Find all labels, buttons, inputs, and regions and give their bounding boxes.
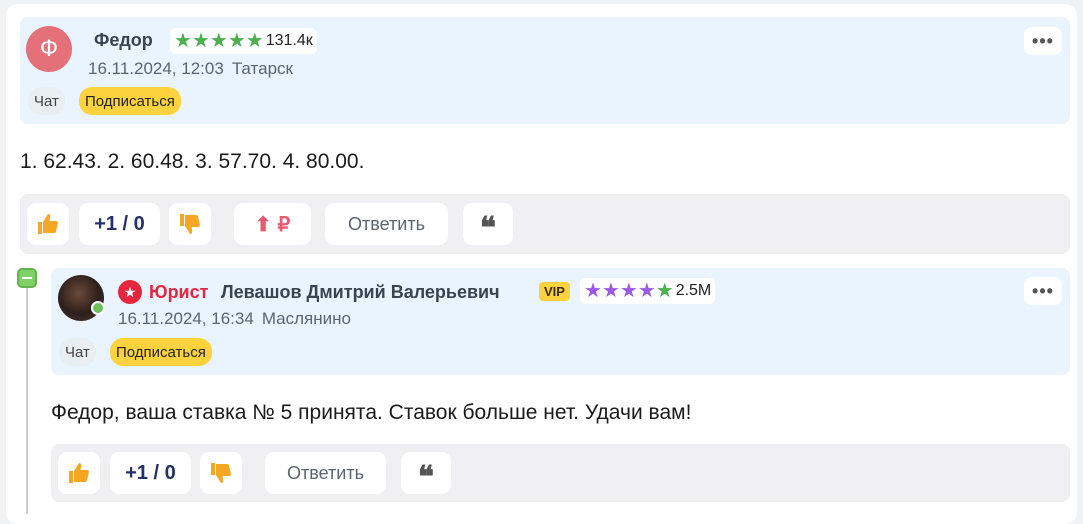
comment-location: Татарск: [231, 59, 293, 78]
reply-label: Ответить: [348, 213, 425, 234]
score-value: +1 / 0: [125, 461, 176, 484]
comment-text: 1. 62.43. 2. 60.48. 3. 57.70. 4. 80.00.: [20, 150, 365, 173]
comment-date: 16.11.2024, 16:34: [118, 309, 254, 328]
quote-icon: ❝: [417, 460, 435, 495]
author-name[interactable]: Федор: [94, 30, 153, 51]
reply-button[interactable]: Ответить: [325, 203, 448, 245]
reply-label: Ответить: [287, 462, 364, 483]
quote-button[interactable]: ❝: [401, 452, 451, 494]
comment-meta: 16.11.2024, 12:03 Татарск: [88, 59, 293, 79]
star-icon: ★: [601, 280, 620, 302]
star-icon: ★: [637, 280, 656, 302]
ruble-icon: ₽: [277, 213, 291, 236]
quote-icon: ❝: [479, 211, 497, 246]
chat-button[interactable]: Чат: [59, 338, 96, 366]
star-icon: ★: [584, 280, 602, 302]
thumbs-up-icon: [38, 214, 58, 234]
thread-line: [26, 288, 28, 514]
thumbs-down-icon: [180, 214, 200, 234]
arrow-up-icon: ⬆: [254, 213, 272, 236]
subscribe-button[interactable]: Подписаться: [110, 338, 212, 366]
author-name[interactable]: Левашов Дмитрий Валерьевич: [221, 282, 500, 303]
star-icon: ★: [174, 30, 192, 52]
rating-badge: ★ ★ ★ ★ ★ 2.5M: [580, 278, 716, 304]
upvote-ruble-button[interactable]: ⬆ ₽: [234, 203, 311, 245]
thumbs-up-icon: [69, 463, 89, 483]
comment-date: 16.11.2024, 12:03: [88, 59, 224, 78]
star-icon: ★: [209, 30, 228, 52]
dislike-button[interactable]: [200, 452, 242, 494]
chat-button[interactable]: Чат: [28, 87, 65, 115]
vip-badge: VIP: [539, 282, 570, 301]
collapse-thread-button[interactable]: [17, 268, 37, 288]
score-value: +1 / 0: [94, 212, 145, 235]
star-badge-icon: ★: [118, 280, 142, 304]
rating-badge: ★ ★ ★ ★ ★ 131.4к: [170, 28, 317, 54]
more-menu-button[interactable]: •••: [1024, 277, 1062, 305]
subscribe-button[interactable]: Подписаться: [79, 87, 181, 115]
like-button[interactable]: [27, 203, 69, 245]
star-icon: ★: [227, 30, 246, 52]
rating-value: 2.5M: [675, 282, 712, 299]
comment-location: Маслянино: [261, 309, 351, 328]
author-role: Юрист: [149, 282, 209, 302]
comment-text: Федор, ваша ставка № 5 принята. Ставок б…: [51, 401, 692, 424]
vote-score: +1 / 0: [79, 203, 160, 245]
reply-button[interactable]: Ответить: [265, 452, 386, 494]
star-icon: ★: [619, 280, 638, 302]
like-button[interactable]: [58, 452, 100, 494]
comment-meta: 16.11.2024, 16:34 Маслянино: [118, 309, 351, 329]
star-icon: ★: [655, 280, 674, 302]
avatar[interactable]: Ф: [26, 26, 72, 72]
rating-value: 131.4к: [265, 32, 313, 49]
thumbs-down-icon: [211, 463, 231, 483]
star-icon: ★: [191, 30, 210, 52]
more-menu-button[interactable]: •••: [1024, 27, 1062, 55]
minus-icon: [22, 277, 32, 279]
star-icon: ★: [245, 30, 264, 52]
vote-score: +1 / 0: [110, 452, 191, 494]
online-status-dot: [91, 301, 105, 315]
dislike-button[interactable]: [169, 203, 211, 245]
quote-button[interactable]: ❝: [463, 203, 513, 245]
